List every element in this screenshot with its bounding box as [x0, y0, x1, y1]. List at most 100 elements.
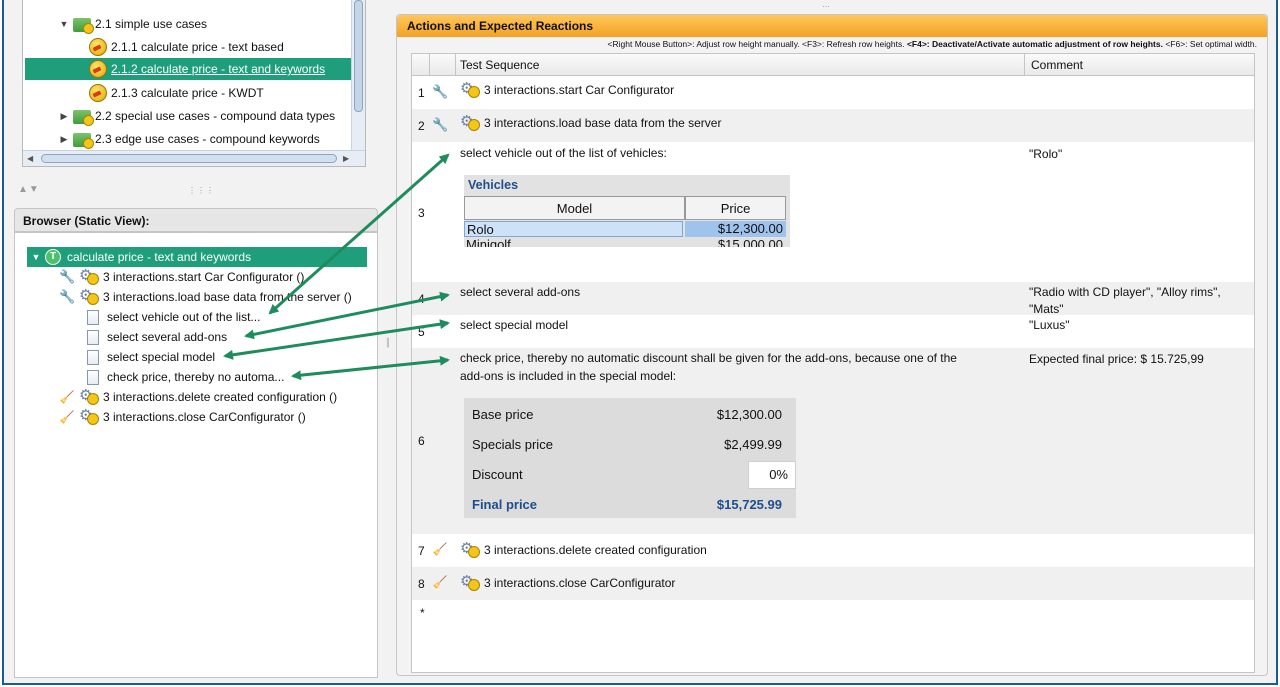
splitter-grip-icon[interactable]: ║ [385, 338, 392, 347]
horizontal-scrollbar[interactable]: ◀ ▶ [23, 150, 365, 166]
browser-item-check-price[interactable]: check price, thereby no automa... [87, 367, 284, 387]
vehicles-header-price: Price [685, 196, 786, 220]
browser-item-label: 3 interactions.delete created configurat… [103, 390, 338, 404]
tree-item-label: 2.1.1 calculate price - text based [111, 40, 284, 54]
header-test-sequence[interactable]: Test Sequence [460, 58, 539, 72]
browser-item-select-special-model[interactable]: select special model [87, 347, 215, 367]
tree-item-calculate-price-keywords[interactable]: 2.1.2 calculate price - text and keyword… [25, 58, 359, 80]
actions-panel: Actions and Expected Reactions <Right Mo… [396, 14, 1268, 676]
price-value: $2,499.99 [724, 437, 782, 452]
wrench-icon: 🔧 [432, 84, 449, 99]
tree-item-special-use-cases[interactable]: ▶ 2.2 special use cases - compound data … [59, 105, 335, 127]
browser-item-select-addons[interactable]: select several add-ons [87, 327, 227, 347]
row-text-label: 3 interactions.start Car Configurator [484, 83, 675, 97]
interaction-gear-icon [79, 266, 99, 285]
grid-row[interactable]: 1 🔧 3 interactions.start Car Configurato… [412, 76, 1254, 109]
row-text: check price, thereby no automatic discou… [460, 351, 957, 365]
grid-row[interactable]: 8 🧹 3 interactions.close CarConfigurator [412, 567, 1254, 600]
test-sequence-grid[interactable]: Test Sequence Comment 1 🔧 3 interactions… [411, 53, 1255, 673]
header-comment[interactable]: Comment [1024, 54, 1254, 75]
browser-item-close[interactable]: 🧹 3 interactions.close CarConfigurator (… [59, 406, 306, 427]
row-number: 3 [418, 206, 425, 220]
tree-item-calculate-price-kwdt[interactable]: 2.1.3 calculate price - KWDT [89, 82, 264, 104]
row-number: 6 [418, 434, 425, 448]
row-text: 3 interactions.start Car Configurator [460, 79, 675, 98]
row-text-label: 3 interactions.load base data from the s… [484, 116, 722, 130]
interaction-gear-icon [460, 112, 480, 131]
browser-panel: ▼ T calculate price - text and keywords … [14, 232, 378, 678]
collapse-triangle-icon[interactable]: ▼ [59, 19, 69, 29]
grid-row[interactable]: 5 select special model "Luxus" [412, 315, 1254, 348]
row-text: 3 interactions.close CarConfigurator [460, 572, 676, 591]
tree-item-label: 2.1 simple use cases [95, 17, 208, 31]
vehicle-price-cell: $15,000.00 [717, 237, 783, 247]
row-number: 7 [418, 544, 425, 558]
test-case-icon [89, 38, 107, 56]
document-icon [87, 369, 99, 385]
scrollbar-thumb[interactable] [354, 0, 363, 112]
row-text: 3 interactions.delete created configurat… [460, 539, 707, 558]
price-label: Final price [472, 497, 538, 512]
interaction-gear-icon [460, 572, 480, 591]
price-label: Base price [472, 407, 534, 422]
scroll-left-icon[interactable]: ◀ [27, 154, 33, 163]
browser-item-start[interactable]: 🔧 3 interactions.start Car Configurator … [59, 266, 305, 287]
browser-root-item[interactable]: ▼ T calculate price - text and keywords [27, 247, 367, 267]
browser-root-label: calculate price - text and keywords [67, 250, 252, 264]
row-text-label: 3 interactions.close CarConfigurator [484, 576, 676, 590]
collapse-triangle-icon[interactable]: ▼ [31, 252, 41, 262]
hint-text: <F6>: Set optimal width. [1165, 39, 1257, 49]
header-cell-number [412, 54, 430, 75]
interaction-gear-icon [79, 406, 99, 425]
scrollbar-thumb[interactable] [41, 154, 337, 163]
document-icon [87, 349, 99, 365]
row-text-continued: add-ons is included in the special model… [460, 369, 677, 383]
row-comment: "Radio with CD player", "Alloy rims", "M… [1029, 285, 1221, 316]
row-number: 1 [418, 86, 425, 100]
interaction-gear-icon [79, 286, 99, 305]
hint-text: <Right Mouse Button>: Adjust row height … [607, 39, 905, 49]
tree-item-simple-use-cases[interactable]: ▼ 2.1 simple use cases [59, 13, 207, 35]
hint-bold-text: <F4>: Deactivate/Activate automatic adju… [906, 39, 1163, 49]
price-summary: Base price $12,300.00 Specials price $2,49… [464, 398, 796, 518]
expand-triangle-icon[interactable]: ▶ [59, 111, 69, 122]
grid-row[interactable]: 7 🧹 3 interactions.delete created config… [412, 534, 1254, 567]
row-comment: "Rolo" [1029, 147, 1063, 161]
interaction-gear-icon [460, 539, 480, 558]
price-value: $12,300.00 [716, 407, 782, 422]
broom-icon: 🧹 [59, 390, 75, 404]
scroll-right-icon[interactable]: ▶ [343, 154, 349, 163]
vehicles-header-model: Model [464, 196, 685, 220]
test-case-icon [89, 84, 107, 102]
row-text: select special model [460, 318, 569, 332]
expand-triangle-icon[interactable]: ▶ [59, 134, 69, 145]
tree-item-calculate-price-text[interactable]: 2.1.1 calculate price - text based [89, 36, 284, 58]
test-tree[interactable]: ▼ 2.1 simple use cases 2.1.1 calculate p… [22, 0, 366, 167]
tree-item-edge-use-cases[interactable]: ▶ 2.3 edge use cases - compound keywords [59, 128, 320, 150]
document-icon [87, 309, 99, 325]
folder-icon [73, 18, 94, 34]
browser-item-label: select several add-ons [107, 330, 228, 344]
price-value: $15,725.99 [716, 497, 782, 512]
splitter-grip-icon[interactable]: ⋯ [822, 2, 831, 11]
grid-row[interactable]: 3 select vehicle out of the list of vehi… [412, 142, 1254, 282]
vehicle-model-cell: Minigolf [466, 237, 511, 247]
broom-icon: 🧹 [59, 410, 75, 424]
browser-item-select-vehicle[interactable]: select vehicle out of the list... [87, 307, 260, 327]
splitter-grip-icon[interactable]: ⋮⋮⋮ [188, 186, 215, 195]
browser-item-load[interactable]: 🔧 3 interactions.load base data from the… [59, 286, 352, 307]
grid-row[interactable]: 2 🔧 3 interactions.load base data from t… [412, 109, 1254, 142]
grid-row[interactable]: 6 check price, thereby no automatic disc… [412, 348, 1254, 534]
collapse-arrows-icon[interactable]: ▲▼ [18, 184, 40, 195]
vehicles-table: Vehicles Model Price Rolo $12,300.00 Min… [464, 175, 790, 247]
wrench-icon: 🔧 [59, 289, 76, 304]
row-number: 2 [418, 119, 425, 133]
browser-item-delete[interactable]: 🧹 3 interactions.delete created configur… [59, 386, 338, 407]
grid-row[interactable]: 4 select several add-ons "Radio with CD … [412, 282, 1254, 316]
row-number: 5 [418, 325, 425, 339]
new-row-marker[interactable]: * [420, 606, 425, 620]
browser-item-label: 3 interactions.start Car Configurator () [103, 270, 305, 284]
interaction-gear-icon [79, 386, 99, 405]
grid-header: Test Sequence Comment [412, 54, 1254, 76]
vertical-scrollbar[interactable] [351, 0, 365, 150]
